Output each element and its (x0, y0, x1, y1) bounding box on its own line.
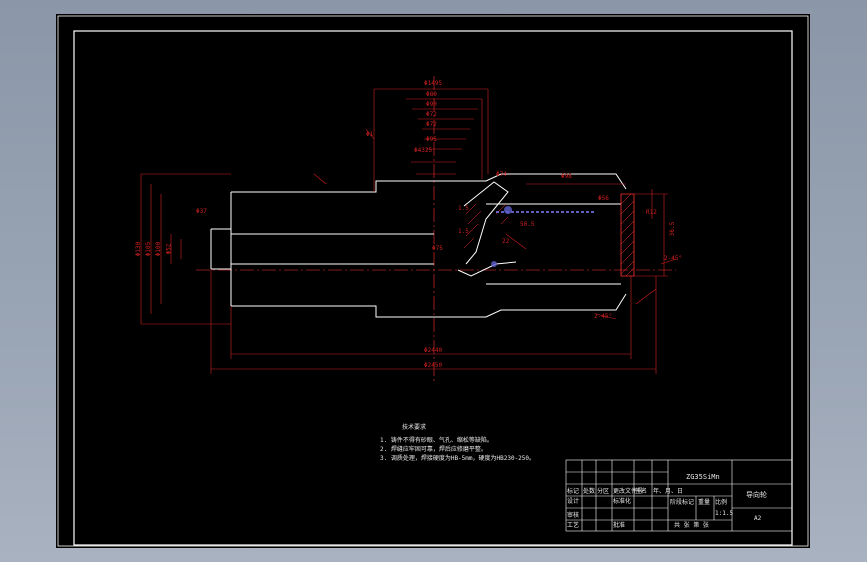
dim-left-2: Φ105 (145, 241, 153, 257)
standardize-label: 标准化 (613, 498, 632, 505)
material-label: ZG35SiMn (686, 473, 720, 481)
dim-left-3: Φ100 (155, 241, 163, 257)
dimension-lines (140, 88, 677, 374)
callout-chamfer-1: 2-45° (664, 255, 683, 262)
dim-top-7: Φ4325 (414, 147, 433, 154)
dim-top-2: Φ80 (426, 91, 437, 98)
callout-chamfer-2: 2-45° (594, 313, 613, 320)
part-contour (210, 173, 627, 318)
header-count: 处数 (583, 488, 596, 495)
dim-top-5: Φ72 (426, 121, 437, 128)
dim-top-6: Φ95 (426, 136, 437, 143)
dim-left-4: Φ52 (165, 243, 173, 255)
header-mark: 标记 (567, 488, 580, 495)
dim-top-8: Φ74 (496, 171, 507, 178)
dim-top-9: Φ98 (561, 173, 572, 180)
callout-6: 36.5 (669, 221, 677, 237)
review-label: 审核 (567, 512, 580, 519)
note-1: 1. 铸件不得有砂眼、气孔、缩松等缺陷。 (380, 437, 493, 444)
part-name: 导向轮 (746, 491, 767, 499)
callout-8: R12 (646, 209, 657, 216)
callout-1: 22 (502, 238, 510, 245)
stage-mark-label: 阶段标记 (670, 499, 695, 506)
dim-bottom-1: Φ2440 (424, 347, 443, 354)
header-zone: 分区 (597, 488, 610, 495)
callout-7: Φ1 (366, 131, 374, 138)
header-date: 年、月、日 (653, 488, 684, 495)
dim-left-5: Φ37 (196, 208, 207, 215)
note-2: 2. 焊缝应牢固可靠，焊后应修磨平整。 (380, 446, 487, 453)
inner-border (73, 30, 793, 546)
sheet-info: 共 张 第 张 (674, 522, 709, 529)
callout-2: 1.5 (458, 205, 469, 212)
weight-label: 重量 (698, 499, 711, 506)
header-sign: 签名 (635, 488, 648, 495)
callout-4: Φ56 (598, 195, 609, 202)
dim-top-1: Φ1495 (424, 80, 443, 87)
callout-3: 1.5 (458, 228, 469, 235)
callout-9: 50.5 (520, 221, 535, 228)
dim-top-3: Φ90 (426, 101, 437, 108)
callout-5: Φ75 (432, 245, 443, 252)
sheet-size: A2 (754, 515, 762, 522)
notes-title: 技术要求 (402, 424, 427, 431)
dim-left-1: Φ130 (135, 241, 143, 257)
design-label: 设计 (567, 498, 580, 505)
drawing-sheet: Φ1495 Φ80 Φ90 Φ72 Φ72 Φ95 Φ4325 Φ74 Φ98 … (56, 14, 810, 548)
note-3: 3. 调质处理，焊接硬度为HB-5mm，硬度为HB230-250。 (380, 455, 536, 462)
dim-bottom-2: Φ2450 (424, 362, 443, 369)
approve-label: 批准 (613, 522, 626, 529)
scale-value: 1:1.5 (715, 510, 734, 517)
rim-section (463, 193, 635, 277)
process-label: 工艺 (567, 522, 580, 529)
scale-label: 比例 (715, 499, 728, 506)
dim-top-4: Φ72 (426, 111, 437, 118)
